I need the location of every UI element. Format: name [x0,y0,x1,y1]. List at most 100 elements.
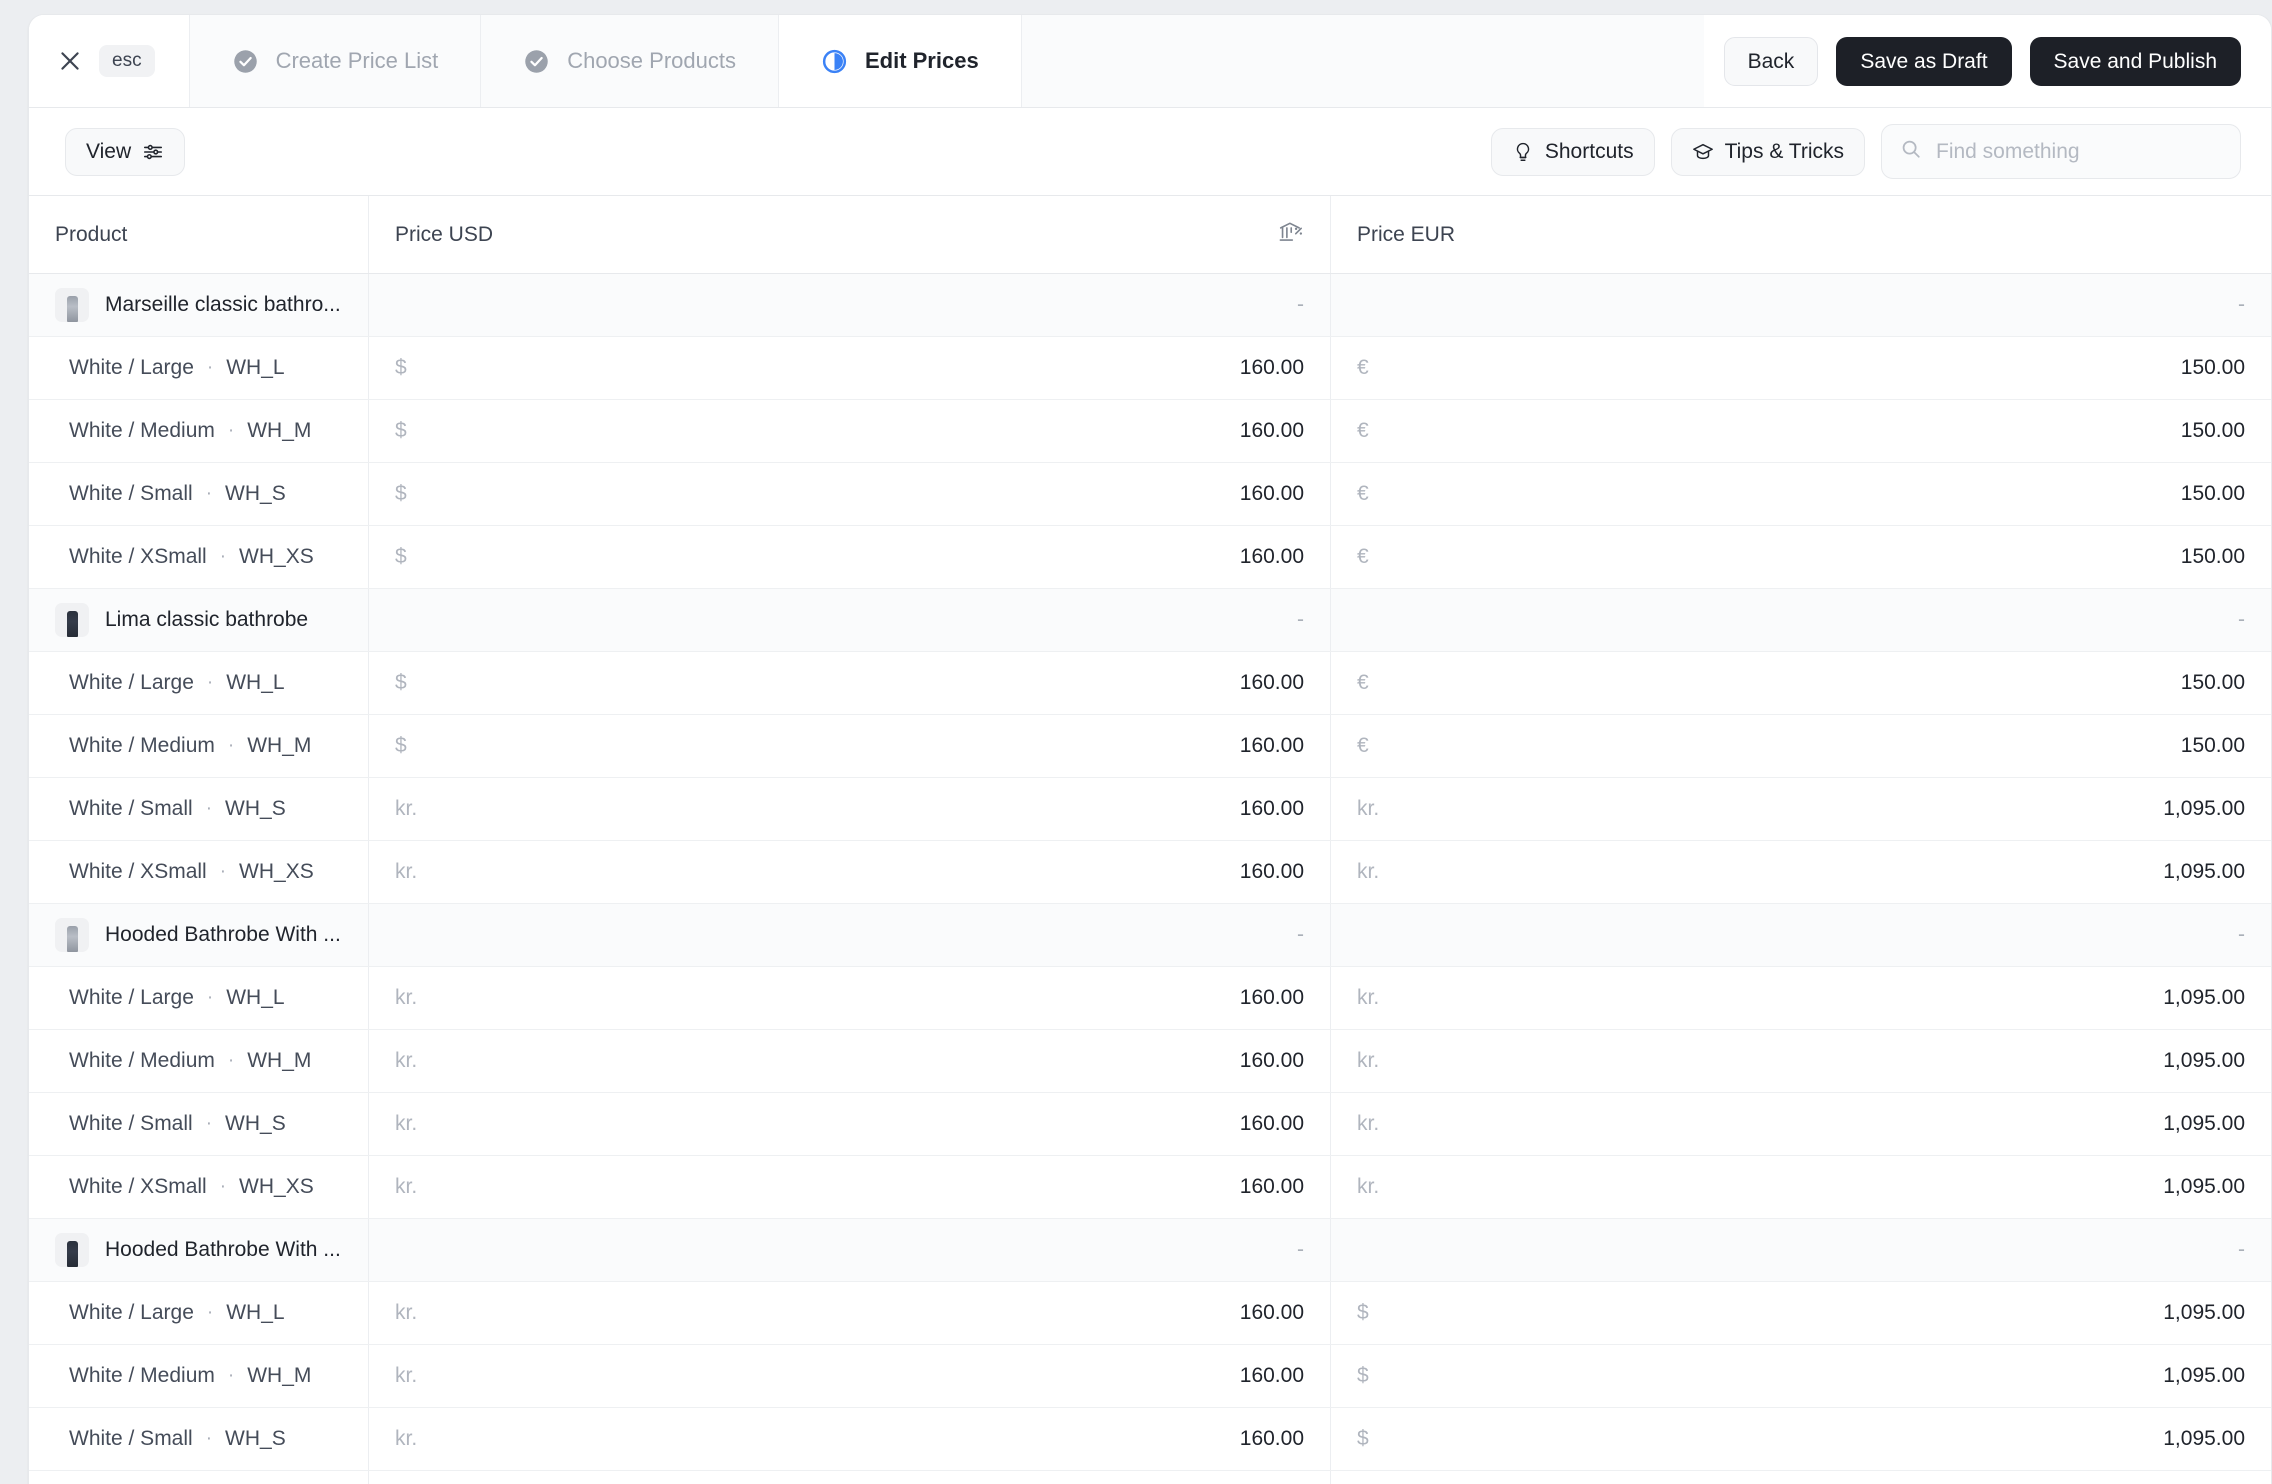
product-group-row[interactable]: Lima classic bathrobe-- [29,589,2271,652]
group-price-usd-cell[interactable]: - [369,274,1331,336]
variant-title: White / Large [69,1301,194,1325]
shortcuts-button[interactable]: Shortcuts [1491,128,1655,176]
variant-row[interactable]: White / Large·WH_L$160.00€150.00 [29,652,2271,715]
variant-row[interactable]: White / Medium·WH_Mkr.160.00$1,095.00 [29,1345,2271,1408]
variant-row[interactable]: White / XSmall·WH_XS$160.00€150.00 [29,526,2271,589]
toolbar-right-group: Shortcuts Tips & Tricks [1491,124,2241,179]
column-header-product[interactable]: Product [29,196,369,273]
price-eur-cell[interactable] [1331,1471,2271,1484]
view-button[interactable]: View [65,128,185,176]
price-eur-cell[interactable]: kr.1,095.00 [1331,778,2271,840]
price-usd-cell[interactable]: kr.160.00 [369,967,1331,1029]
price-usd-value: 160.00 [1240,671,1304,695]
save-and-publish-button[interactable]: Save and Publish [2030,37,2241,86]
price-usd-cell[interactable]: $160.00 [369,652,1331,714]
variant-row[interactable]: White / Medium·WH_Mkr.160.00kr.1,095.00 [29,1030,2271,1093]
tax-icon[interactable] [1278,219,1304,251]
save-as-draft-button[interactable]: Save as Draft [1836,37,2011,86]
product-group-row[interactable]: Hooded Bathrobe With ...-- [29,1219,2271,1282]
wizard-step-edit-prices[interactable]: Edit Prices [779,15,1022,107]
price-eur-cell[interactable]: $1,095.00 [1331,1408,2271,1470]
price-eur-cell[interactable]: kr.1,095.00 [1331,967,2271,1029]
product-group-row[interactable]: Marseille classic bathro...-- [29,274,2271,337]
price-eur-cell[interactable]: €150.00 [1331,400,2271,462]
price-eur-cell[interactable]: €150.00 [1331,526,2271,588]
variant-row[interactable]: White / Small·WH_Skr.160.00kr.1,095.00 [29,778,2271,841]
variant-row[interactable]: White / Medium·WH_M$160.00€150.00 [29,400,2271,463]
tips-and-tricks-button[interactable]: Tips & Tricks [1671,128,1865,176]
price-usd-cell[interactable]: kr.160.00 [369,778,1331,840]
price-eur-cell[interactable]: €150.00 [1331,463,2271,525]
wizard-step-choose-products[interactable]: Choose Products [481,15,779,107]
price-eur-cell[interactable]: kr.1,095.00 [1331,1093,2271,1155]
price-usd-cell[interactable]: kr.160.00 [369,1408,1331,1470]
empty-value: - [1297,293,1304,317]
column-header-price-eur[interactable]: Price EUR [1331,196,2271,273]
wizard-step-create-price-list[interactable]: Create Price List [190,15,482,107]
price-eur-value: 150.00 [2181,356,2245,380]
variant-row[interactable]: White / Medium·WH_M$160.00€150.00 [29,715,2271,778]
variant-sku: WH_L [226,356,284,380]
price-eur-cell[interactable]: €150.00 [1331,652,2271,714]
price-usd-cell[interactable]: $160.00 [369,400,1331,462]
price-usd-cell[interactable]: kr.160.00 [369,1282,1331,1344]
price-eur-cell[interactable]: €150.00 [1331,715,2271,777]
group-price-usd-cell[interactable]: - [369,904,1331,966]
currency-symbol-usd: kr. [395,1049,417,1073]
variant-cell: White / Large·WH_L [29,1282,369,1344]
variant-sku: WH_XS [239,545,314,569]
price-eur-cell[interactable]: kr.1,095.00 [1331,1156,2271,1218]
price-usd-cell[interactable]: $160.00 [369,715,1331,777]
price-eur-cell[interactable]: kr.1,095.00 [1331,1030,2271,1092]
close-icon[interactable] [57,48,83,74]
price-usd-cell[interactable]: kr.160.00 [369,1030,1331,1092]
price-eur-cell[interactable]: €150.00 [1331,337,2271,399]
price-usd-cell[interactable]: $160.00 [369,463,1331,525]
price-usd-cell[interactable]: kr.160.00 [369,1093,1331,1155]
group-price-usd-cell[interactable]: - [369,589,1331,651]
column-header-price-usd[interactable]: Price USD [369,196,1331,273]
variant-row-partial[interactable] [29,1471,2271,1484]
group-price-eur-cell[interactable]: - [1331,1219,2271,1281]
variant-row[interactable]: White / Large·WH_Lkr.160.00$1,095.00 [29,1282,2271,1345]
group-price-eur-cell[interactable]: - [1331,274,2271,336]
column-header-label: Price EUR [1357,223,1455,247]
group-price-usd-cell[interactable]: - [369,1219,1331,1281]
price-usd-value: 160.00 [1240,860,1304,884]
variant-cell: White / Medium·WH_M [29,715,369,777]
search-input[interactable] [1936,140,2222,164]
variant-title: White / Large [69,356,194,380]
group-price-eur-cell[interactable]: - [1331,904,2271,966]
variant-row[interactable]: White / Small·WH_Skr.160.00$1,095.00 [29,1408,2271,1471]
group-price-eur-cell[interactable]: - [1331,589,2271,651]
price-eur-value: 150.00 [2181,545,2245,569]
price-eur-cell[interactable]: kr.1,095.00 [1331,841,2271,903]
price-usd-cell[interactable]: $160.00 [369,526,1331,588]
header-actions: Back Save as Draft Save and Publish [1704,15,2271,107]
product-group-row[interactable]: Hooded Bathrobe With ...-- [29,904,2271,967]
variant-title: White / Small [69,1112,193,1136]
back-button[interactable]: Back [1724,37,1819,86]
price-usd-cell[interactable]: kr.160.00 [369,1345,1331,1407]
variant-row[interactable]: White / Small·WH_Skr.160.00kr.1,095.00 [29,1093,2271,1156]
price-eur-cell[interactable]: $1,095.00 [1331,1345,2271,1407]
currency-symbol-eur: € [1357,671,1369,695]
price-eur-cell[interactable]: $1,095.00 [1331,1282,2271,1344]
currency-symbol-eur: kr. [1357,1175,1379,1199]
price-usd-cell[interactable]: kr.160.00 [369,841,1331,903]
variant-cell [29,1471,369,1484]
price-usd-cell[interactable]: kr.160.00 [369,1156,1331,1218]
price-usd-cell[interactable]: $160.00 [369,337,1331,399]
view-label: View [86,141,131,162]
price-eur-value: 1,095.00 [2163,986,2245,1010]
variant-row[interactable]: White / Small·WH_S$160.00€150.00 [29,463,2271,526]
price-usd-cell[interactable] [369,1471,1331,1484]
search-box[interactable] [1881,124,2241,179]
product-group-cell: Hooded Bathrobe With ... [29,1219,369,1281]
esc-key-hint[interactable]: esc [99,45,155,77]
variant-row[interactable]: White / Large·WH_Lkr.160.00kr.1,095.00 [29,967,2271,1030]
variant-row[interactable]: White / Large·WH_L$160.00€150.00 [29,337,2271,400]
currency-symbol-eur: kr. [1357,860,1379,884]
variant-row[interactable]: White / XSmall·WH_XSkr.160.00kr.1,095.00 [29,841,2271,904]
variant-row[interactable]: White / XSmall·WH_XSkr.160.00kr.1,095.00 [29,1156,2271,1219]
